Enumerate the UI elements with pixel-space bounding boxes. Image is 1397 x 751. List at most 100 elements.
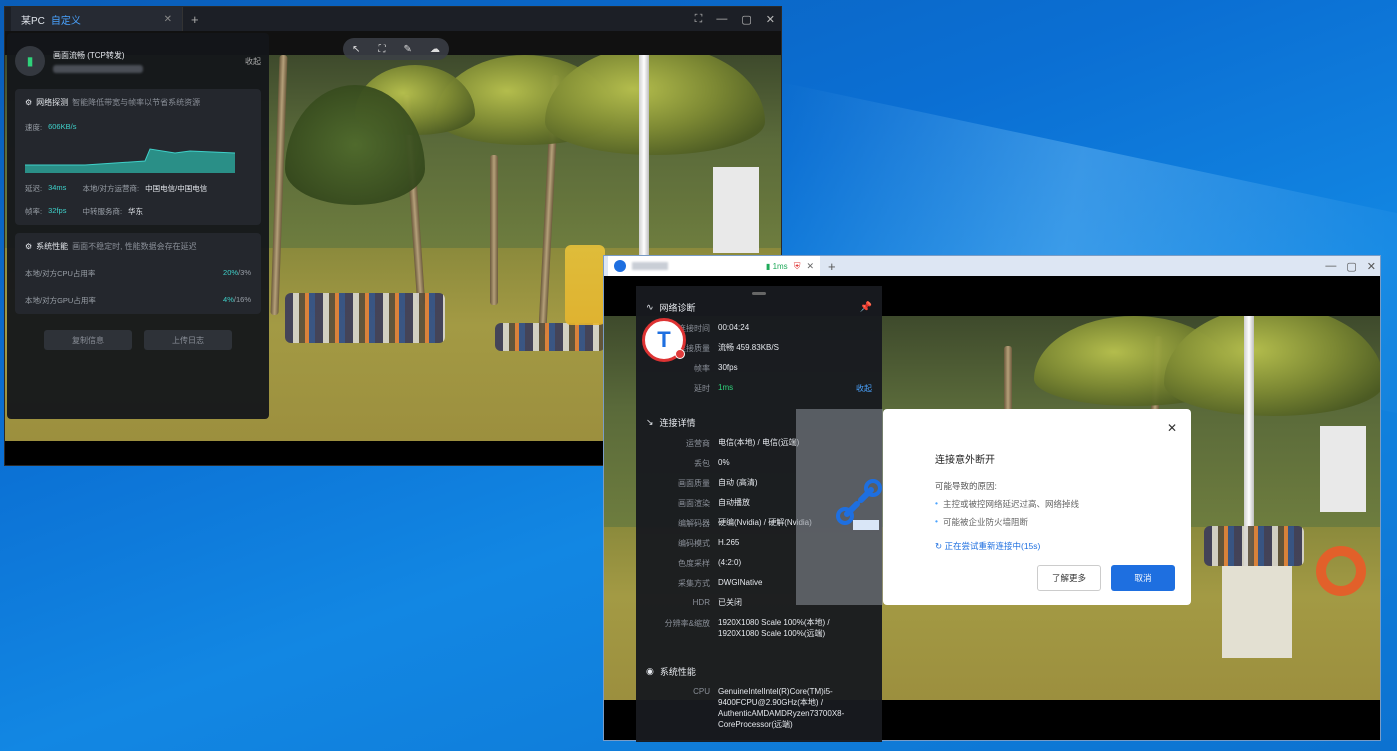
tab-latency: ▮ 1ms — [765, 261, 788, 271]
relay-label: 中转服务商: — [82, 207, 123, 216]
close-icon[interactable]: ✕ — [766, 13, 775, 26]
info-key: 编解码器 — [678, 519, 710, 528]
info-key: 色度采样 — [678, 559, 710, 568]
cpu-remote: /3% — [238, 268, 251, 277]
minimize-icon[interactable]: — — [1325, 260, 1336, 273]
cpu-value-2: GenuineIntelIntel(R)Core(TM)i5-9400FCPU@… — [718, 687, 845, 729]
blurred-tab-name — [632, 262, 668, 270]
fps-label: 帧率: — [25, 207, 43, 216]
connection-quality: 画面流畅 (TCP转发) — [53, 50, 125, 60]
latency-label: 延迟: — [25, 184, 43, 193]
dialog-title: 连接意外断开 — [935, 455, 995, 466]
retry-status: ↻ 正在尝试重新连接中(15s) — [935, 541, 1041, 551]
info-value: 00:04:24 — [718, 323, 750, 332]
info-row: 分辨率&缩放 1920X1080 Scale 100%(本地) / 1920X10… — [646, 618, 872, 640]
tab-title: 某PC — [21, 15, 45, 27]
link-icon: ↘ — [646, 417, 654, 427]
signal-bars-icon: ▮ — [15, 46, 45, 76]
info-key: 画面质量 — [678, 479, 710, 488]
new-tab-icon[interactable]: + — [191, 12, 199, 27]
details-title: 连接详情 — [659, 418, 696, 428]
minimize-icon[interactable]: — — [716, 13, 727, 26]
info-value: 流畅 459.83KB/S — [718, 343, 779, 352]
perf-title-2: 系统性能 — [659, 667, 696, 678]
speed-value: 606KB/s — [48, 122, 77, 131]
diag-title: 网络诊断 — [659, 303, 696, 313]
network-info-panel: ▮ 画面流畅 (TCP转发) 收起 ⚙ 网络探测 智能降低带宽与帧率以节省系统资源 … — [7, 33, 269, 419]
copy-info-button[interactable]: 复制信息 — [44, 330, 132, 350]
reason-item: 主控或被控网络延迟过高、网络掉线 — [935, 498, 1173, 510]
network-probe-card: ⚙ 网络探测 智能降低带宽与帧率以节省系统资源 速度: 606KB/s 延迟: 34ms… — [15, 89, 261, 225]
perf-icon: ⚙ — [25, 242, 33, 251]
info-key: 采集方式 — [678, 579, 710, 588]
maximize-icon[interactable]: ▢ — [1346, 260, 1356, 273]
info-key: 分辨率&缩放 — [664, 618, 710, 628]
gpu-local: 4% — [223, 295, 234, 304]
info-value: 1920X1080 Scale 100%(本地) / 1920X1080 Sca… — [718, 617, 830, 638]
broken-link-icon — [836, 479, 882, 530]
close-icon[interactable]: ✕ — [1367, 260, 1376, 273]
expand-icon[interactable]: ⛶ — [378, 44, 385, 55]
learn-more-button[interactable]: 了解更多 — [1037, 565, 1101, 591]
latency-value: 34ms — [48, 183, 67, 192]
collapse-link[interactable]: 收起 — [245, 56, 261, 67]
carrier-value: 中国电信/中国电信 — [145, 184, 208, 193]
cpu-label: 本地/对方CPU占用率 — [25, 269, 96, 278]
dialog-close-icon[interactable]: ✕ — [1167, 421, 1177, 435]
tab-remote-session[interactable]: ▮ 1ms ⛨ ✕ — [608, 256, 820, 276]
info-key: 帧率 — [694, 364, 710, 373]
window2-titlebar: ▮ 1ms ⛨ ✕ + — ▢ ✕ — [604, 256, 1380, 276]
fps-value: 32fps — [48, 206, 67, 215]
gpu-remote: /16% — [233, 295, 251, 304]
cloud-icon[interactable]: ☁ — [430, 44, 440, 55]
info-value: 1ms — [718, 383, 734, 392]
app-logo-icon — [614, 260, 626, 272]
speed-label: 速度: — [25, 123, 43, 132]
edit-icon[interactable]: ✎ — [404, 44, 412, 55]
carrier-label: 本地/对方运营商: — [82, 184, 140, 193]
remote-window-light: ▮ 1ms ⛨ ✕ + — ▢ ✕ ∿ 网络诊断 📌 连接时间 00:04:24 连接质… — [603, 255, 1381, 742]
maximize-icon[interactable]: ▢ — [741, 13, 751, 26]
cpu-local: 20% — [223, 268, 239, 277]
info-key: HDR — [692, 598, 710, 607]
tab-remote-pc[interactable]: 某PC 自定义 ✕ — [11, 7, 183, 31]
drag-handle[interactable] — [752, 292, 766, 295]
tab-badge: 自定义 — [50, 15, 81, 27]
info-row: 帧率 30fps — [646, 363, 872, 374]
tab-close-icon[interactable]: ✕ — [806, 261, 814, 272]
perf-title: 系统性能 — [36, 242, 69, 251]
perf-subtitle: 画面不稳定时, 性能数据会存在延迟 — [72, 242, 197, 251]
cancel-button[interactable]: 取消 — [1111, 565, 1175, 591]
collapse-link[interactable]: 收起 — [856, 383, 872, 394]
mouse-icon[interactable]: ↖ — [352, 44, 360, 55]
upload-log-button[interactable]: 上传日志 — [144, 330, 232, 350]
fullscreen-icon[interactable]: ⛶ — [695, 13, 703, 26]
reason-item: 可能被企业防火墙阻断 — [935, 516, 1173, 528]
network-probe-subtitle: 智能降低带宽与帧率以节省系统资源 — [72, 98, 201, 107]
gpu-label: 本地/对方GPU占用率 — [25, 296, 96, 305]
floating-toolbar: ↖ ⛶ ✎ ☁ — [343, 38, 449, 60]
new-tab-icon[interactable]: + — [828, 259, 836, 274]
disconnect-dialog: ✕ 连接意外断开 可能导致的原因: 主控或被控网络延迟过高、网络掉线 可能被企业… — [883, 409, 1191, 605]
blurred-device-id — [53, 64, 143, 73]
info-key: 画面渲染 — [678, 499, 710, 508]
info-key: 丢包 — [694, 459, 710, 468]
info-row: 延时 1ms 收起 — [646, 383, 872, 394]
window-titlebar: 某PC 自定义 ✕ + ⛶ — ▢ ✕ — [5, 7, 781, 31]
pulse-icon: ∿ — [646, 302, 654, 312]
app-status-icon: T — [642, 318, 686, 362]
shield-icon: ⛨ — [793, 260, 801, 271]
relay-value: 华东 — [128, 207, 144, 216]
tab-close-icon[interactable]: ✕ — [164, 14, 172, 25]
pin-icon[interactable]: 📌 — [860, 302, 872, 313]
cpu-label-2: CPU — [693, 687, 710, 697]
speed-sparkline — [25, 148, 236, 173]
probe-icon: ⚙ — [25, 98, 33, 107]
info-key: 延时 — [694, 384, 710, 393]
system-perf-card: ⚙ 系统性能 画面不稳定时, 性能数据会存在延迟 本地/对方CPU占用率 20%/3%… — [15, 233, 261, 314]
error-dot-icon — [675, 349, 685, 359]
info-value: 30fps — [718, 363, 738, 372]
network-probe-title: 网络探测 — [36, 98, 69, 107]
perf-icon: ◉ — [646, 666, 654, 677]
info-key: 编码模式 — [678, 539, 710, 548]
